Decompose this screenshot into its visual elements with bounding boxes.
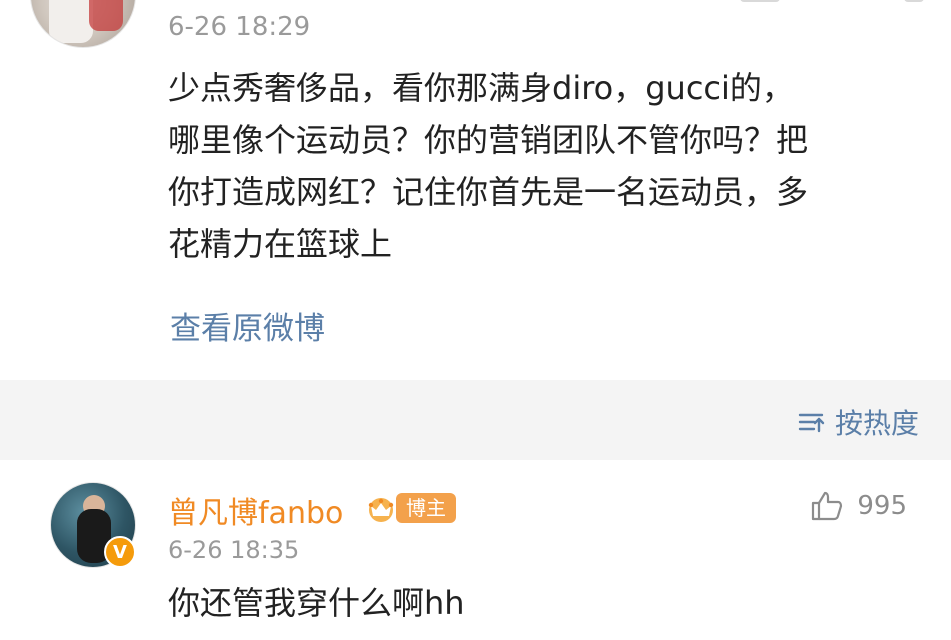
like-count: 995 bbox=[857, 491, 907, 521]
top-comment: 6-26 18:29 少点秀奢侈品，看你那满身diro，gucci的， 哪里像个… bbox=[0, 0, 951, 380]
reply-text: 你还管我穿什么啊hh bbox=[168, 584, 465, 622]
author-badge: 博主 bbox=[364, 490, 456, 526]
top-edge-element bbox=[904, 0, 924, 2]
comment-text: 少点秀奢侈品，看你那满身diro，gucci的， 哪里像个运动员？你的营销团队不… bbox=[168, 62, 928, 270]
top-edge-element bbox=[740, 0, 780, 2]
reply-comment bbox=[0, 460, 951, 640]
sort-label: 按热度 bbox=[834, 407, 919, 440]
crown-icon bbox=[368, 498, 394, 522]
comment-line: 花精力在篮球上 bbox=[168, 225, 393, 263]
reply-time: 6-26 18:35 bbox=[168, 536, 300, 564]
reply-username[interactable]: 曾凡博fanbo bbox=[168, 488, 343, 532]
avatar-figure bbox=[49, 0, 93, 43]
like-button[interactable]: 995 bbox=[809, 488, 907, 524]
comment-line: 哪里像个运动员？你的营销团队不管你吗？把 bbox=[168, 121, 809, 159]
sort-toggle[interactable]: 按热度 bbox=[797, 402, 919, 442]
comment-line: 少点秀奢侈品，看你那满身diro，gucci的， bbox=[168, 69, 794, 107]
author-badge-label: 博主 bbox=[396, 493, 456, 523]
thumbs-up-icon bbox=[812, 491, 843, 521]
comment-time: 6-26 18:29 bbox=[168, 12, 311, 42]
commenter-avatar[interactable] bbox=[30, 0, 136, 48]
comment-line: 你打造成网红？记住你首先是一名运动员，多 bbox=[168, 173, 809, 211]
view-original-link[interactable]: 查看原微博 bbox=[170, 303, 325, 348]
sort-icon bbox=[798, 413, 825, 433]
avatar-figure-accent bbox=[89, 0, 123, 31]
verified-badge: V bbox=[104, 536, 136, 568]
